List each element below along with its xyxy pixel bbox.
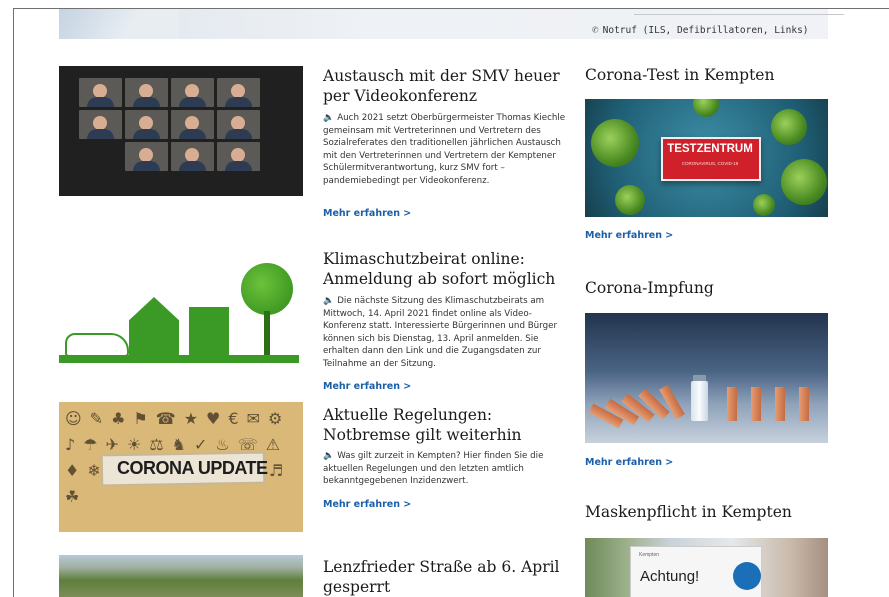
speaker-icon[interactable]: 🔈 xyxy=(323,112,334,125)
mask-sign-image[interactable]: Kempten Achtung! xyxy=(585,538,828,597)
read-more-link[interactable]: Mehr erfahren > xyxy=(585,230,673,241)
article-teaser-text: Die nächste Sitzung des Klimaschutzbeira… xyxy=(323,296,558,369)
notruf-link[interactable]: ✆ Notruf (ILS, Defibrillatoren, Links) xyxy=(592,23,809,36)
article-title[interactable]: Austausch mit der SMV heuer per Videokon… xyxy=(323,66,568,106)
mask-face-icon xyxy=(733,562,761,590)
article-teaser: 🔈 Auch 2021 setzt Oberbürgermeister Thoma… xyxy=(323,112,568,188)
testzentrum-image[interactable]: TESTZENTRUM CORONAVIRUS, COVID-19 xyxy=(585,99,828,217)
climate-image[interactable] xyxy=(59,255,303,385)
read-more-link[interactable]: Mehr erfahren > xyxy=(323,499,411,510)
street-image[interactable] xyxy=(59,555,303,597)
notruf-label: Notruf (ILS, Defibrillatoren, Links) xyxy=(602,25,809,36)
speaker-icon[interactable]: 🔈 xyxy=(323,295,334,308)
sign-text: Achtung! xyxy=(640,568,700,585)
read-more-link[interactable]: Mehr erfahren > xyxy=(323,381,411,392)
speaker-icon[interactable]: 🔈 xyxy=(323,450,334,463)
sidebar-title[interactable]: Maskenpflicht in Kempten xyxy=(585,503,792,521)
article-teaser: 🔈 Die nächste Sitzung des Klimaschutzbeir… xyxy=(323,295,568,371)
article-teaser: 🔈 Was gilt zurzeit in Kempten? Hier finde… xyxy=(323,450,568,488)
sign-text: TESTZENTRUM xyxy=(667,143,753,155)
sign-subtext: CORONAVIRUS, COVID-19 xyxy=(681,161,739,166)
vaccine-image[interactable] xyxy=(585,313,828,443)
divider xyxy=(634,14,844,15)
phone-icon: ✆ xyxy=(592,23,599,36)
sidebar-title[interactable]: Corona-Test in Kempten xyxy=(585,66,774,84)
article-title[interactable]: Aktuelle Regelungen: Notbremse gilt weit… xyxy=(323,405,568,445)
image-label: CORONA UPDATE xyxy=(117,458,268,478)
sign-small-text: Kempten xyxy=(639,552,660,558)
read-more-link[interactable]: Mehr erfahren > xyxy=(585,457,673,468)
sidebar-title[interactable]: Corona-Impfung xyxy=(585,279,714,297)
read-more-link[interactable]: Mehr erfahren > xyxy=(323,208,411,219)
article-teaser-text: Auch 2021 setzt Oberbürgermeister Thomas… xyxy=(323,113,566,186)
article-teaser-text: Was gilt zurzeit in Kempten? Hier finden… xyxy=(323,451,544,487)
article-title[interactable]: Lenzfrieder Straße ab 6. April gesperrt xyxy=(323,557,568,597)
corona-update-image[interactable]: ☺✎♣⚑☎★♥€✉⚙♪☂✈☀⚖♞✓♨☏⚠♦❄✿☯♻✂☕⌚⚓♬☘ CORONA U… xyxy=(59,402,303,532)
article-title[interactable]: Klimaschutzbeirat online: Anmeldung ab s… xyxy=(323,249,568,289)
video-conference-image[interactable] xyxy=(59,66,303,196)
banner-image xyxy=(59,9,179,39)
browser-viewport: ✆ Notruf (ILS, Defibrillatoren, Links) Au… xyxy=(13,8,889,597)
